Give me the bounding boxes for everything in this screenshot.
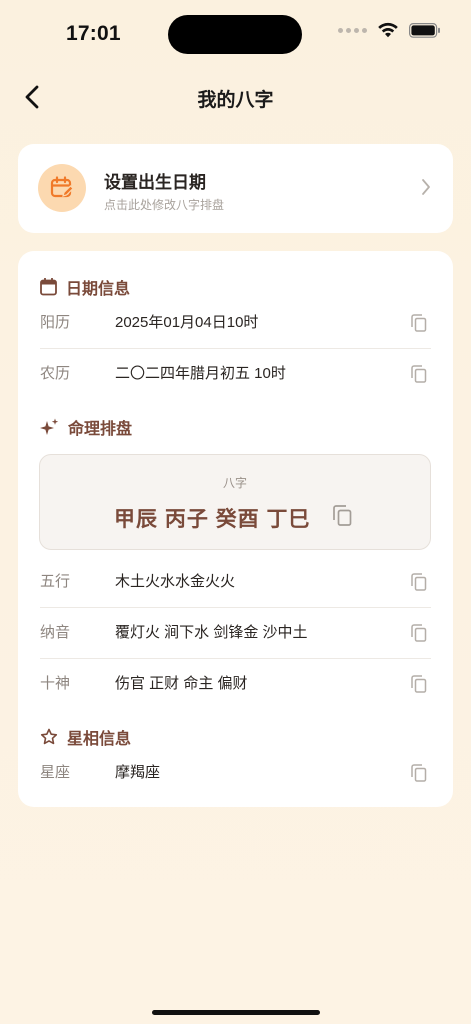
copy-icon[interactable]	[411, 675, 427, 693]
row-label: 阳历	[40, 314, 71, 331]
cellular-signal-icon	[338, 27, 367, 33]
bazi-info-card: 日期信息 阳历 2025年01月04日10时 农历 二〇二四年腊月初五 10时 …	[18, 251, 453, 807]
row-value: 二〇二四年腊月初五 10时	[115, 365, 286, 382]
row-value: 覆灯火 涧下水 剑锋金 沙中土	[115, 624, 308, 641]
info-row-wuxing: 五行 木土火水水金火火	[40, 571, 431, 621]
bazi-value: 甲辰 丙子 癸酉 丁巳	[114, 508, 311, 531]
row-label: 星座	[40, 764, 71, 781]
copy-icon[interactable]	[411, 573, 427, 591]
copy-icon[interactable]	[411, 314, 427, 332]
section-header-date-info: 日期信息	[40, 275, 130, 299]
copy-icon[interactable]	[411, 365, 427, 383]
nav-bar: 我的八字	[0, 75, 471, 119]
row-value: 摩羯座	[115, 764, 161, 781]
dynamic-island	[168, 15, 302, 54]
copy-icon[interactable]	[411, 624, 427, 642]
bazi-box: 八字 甲辰 丙子 癸酉 丁巳	[39, 454, 431, 550]
chevron-right-icon	[422, 179, 430, 195]
copy-icon[interactable]	[411, 764, 427, 782]
section-header-star-info: 星相信息	[40, 725, 131, 749]
info-row-shishen: 十神 伤官 正财 命主 偏财	[40, 673, 431, 723]
divider	[40, 607, 431, 608]
calendar-edit-icon	[38, 164, 86, 212]
info-row-solar: 阳历 2025年01月04日10时	[40, 312, 431, 362]
set-birth-date-card[interactable]: 设置出生日期 点击此处修改八字排盘	[18, 144, 453, 233]
section-title-star-info: 星相信息	[67, 731, 132, 748]
info-row-zodiac: 星座 摩羯座	[40, 762, 431, 812]
star-outline-icon	[40, 728, 58, 745]
copy-icon[interactable]	[333, 505, 352, 526]
home-indicator	[152, 1010, 320, 1015]
row-value: 伤官 正财 命主 偏财	[115, 675, 248, 692]
page-title: 我的八字	[197, 90, 274, 111]
row-label: 十神	[40, 675, 71, 692]
section-title-date-info: 日期信息	[66, 281, 131, 298]
section-header-mingli: 命理排盘	[40, 415, 132, 439]
row-label: 五行	[40, 573, 71, 590]
row-label: 农历	[40, 365, 71, 382]
bazi-label: 八字	[222, 476, 247, 490]
calendar-icon	[40, 278, 57, 296]
info-row-nayin: 纳音 覆灯火 涧下水 剑锋金 沙中土	[40, 622, 431, 672]
sparkle-icon	[40, 418, 59, 435]
wifi-icon	[378, 22, 398, 38]
divider	[40, 348, 431, 349]
birth-card-subtitle: 点击此处修改八字排盘	[104, 198, 225, 212]
status-bar: 17:01	[0, 0, 471, 70]
row-value: 2025年01月04日10时	[115, 314, 259, 331]
status-icons	[338, 22, 441, 38]
birth-card-title: 设置出生日期	[104, 173, 206, 192]
row-value: 木土火水水金火火	[115, 573, 236, 590]
battery-icon	[409, 22, 440, 38]
divider	[40, 658, 431, 659]
section-title-mingli: 命理排盘	[68, 421, 133, 438]
row-label: 纳音	[40, 624, 71, 641]
status-time: 17:01	[66, 22, 121, 45]
info-row-lunar: 农历 二〇二四年腊月初五 10时	[40, 363, 431, 413]
